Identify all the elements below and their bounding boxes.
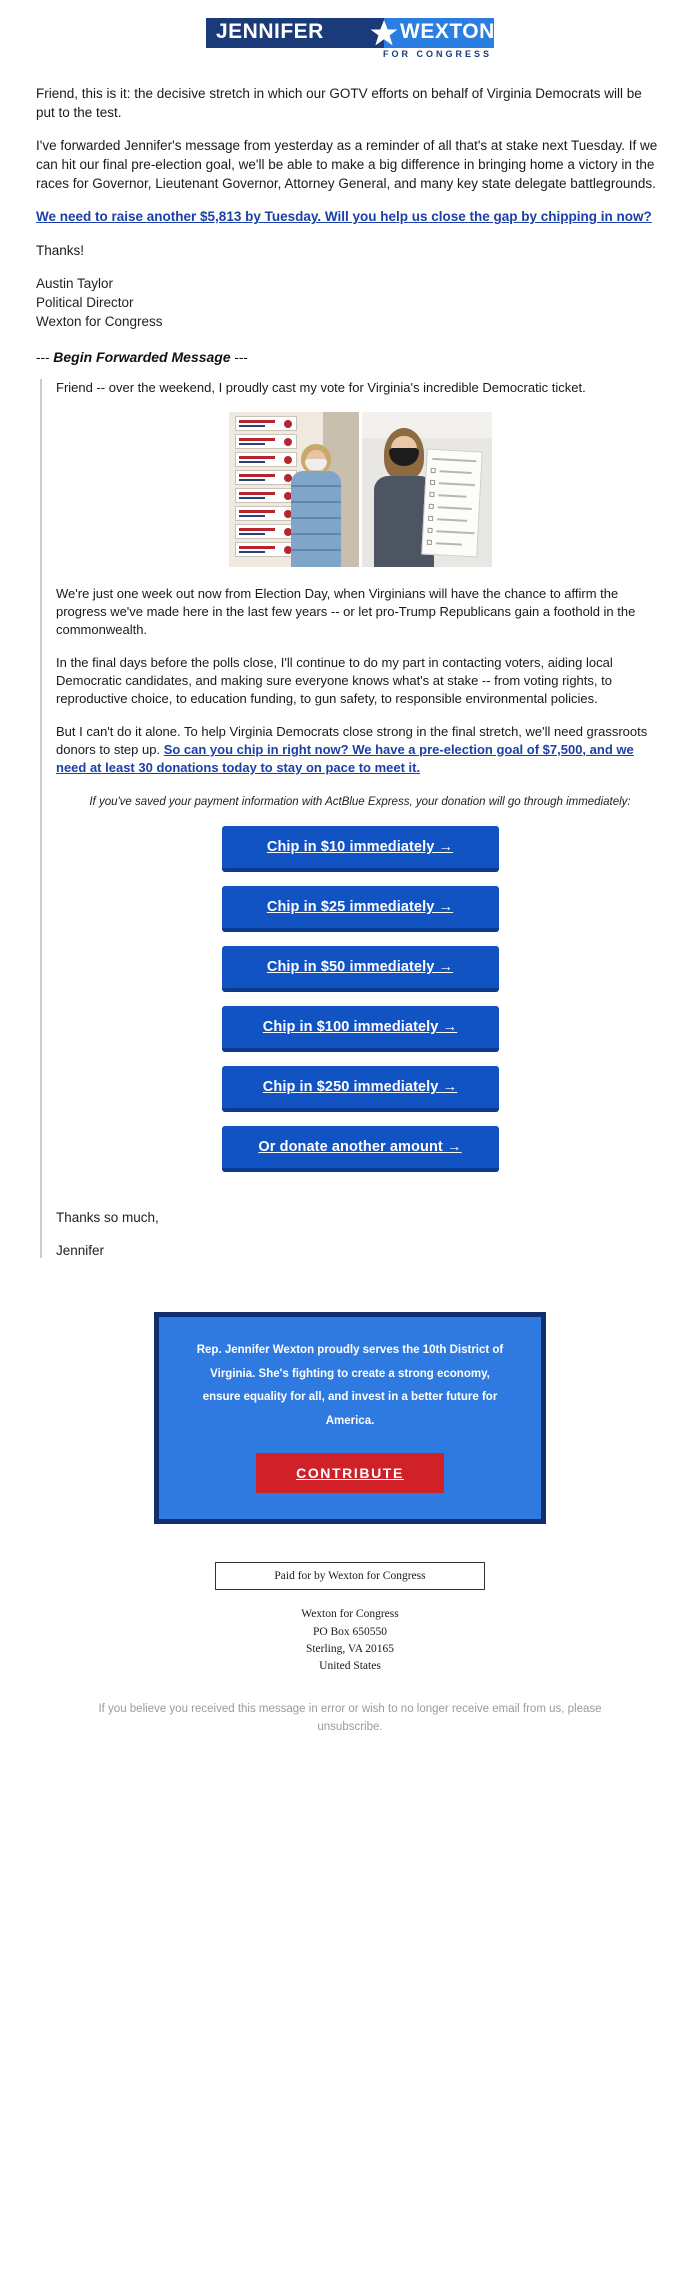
donate-button-50[interactable]: Chip in $50 immediately → [221, 946, 499, 993]
mailing-address: Wexton for Congress PO Box 650550 Sterli… [0, 1606, 700, 1675]
star-icon [369, 19, 399, 47]
intro-thanks: Thanks! [36, 242, 85, 258]
actblue-express-note: If you've saved your payment information… [89, 795, 631, 808]
signature-name: Austin Taylor [36, 276, 114, 292]
promo-box: Rep. Jennifer Wexton proudly serves the … [154, 1312, 546, 1525]
campaign-logo[interactable]: JENNIFER WEXTON FOR CONGRESS [206, 18, 494, 62]
photo-voting-signs [228, 412, 359, 568]
address-line-1: Wexton for Congress [301, 1608, 399, 1621]
donation-button-group: Chip in $10 immediately → Chip in $25 im… [56, 826, 664, 1194]
intro-paragraph-1: Friend, this is it: the decisive stretch… [36, 86, 642, 120]
signature-title: Political Director [36, 295, 134, 310]
forwarded-paragraph-4: But I can't do it alone. To help Virgini… [56, 723, 664, 777]
forwarded-message-header: --- Begin Forwarded Message --- [36, 349, 664, 365]
logo-last-name: WEXTON [400, 20, 494, 43]
donate-row-25: Chip in $25 immediately → [56, 886, 664, 933]
forwarded-label: Begin Forwarded Message [53, 349, 231, 366]
forwarded-thanks: Thanks so much, [56, 1210, 159, 1226]
promo-text: Rep. Jennifer Wexton proudly serves the … [196, 1344, 504, 1427]
address-line-4: United States [319, 1660, 381, 1673]
donate-button-other-amount[interactable]: Or donate another amount → [221, 1126, 499, 1173]
promo-section: Rep. Jennifer Wexton proudly serves the … [0, 1284, 700, 1546]
paid-for-disclaimer: Paid for by Wexton for Congress [215, 1562, 485, 1591]
intro-cta-paragraph: We need to raise another $5,813 by Tuesd… [36, 208, 664, 227]
donate-row-other: Or donate another amount → [56, 1126, 664, 1173]
address-line-3: Sterling, VA 20165 [305, 1642, 395, 1655]
unsubscribe-text[interactable]: If you believe you received this message… [0, 1701, 700, 1736]
logo-first-name: JENNIFER [216, 20, 324, 43]
contribute-button[interactable]: CONTRIBUTE [256, 1453, 444, 1494]
donate-button-250[interactable]: Chip in $250 immediately → [221, 1066, 499, 1113]
forwarded-paragraph-3: In the final days before the polls close… [56, 655, 613, 706]
email-body: Friend, this is it: the decisive stretch… [0, 81, 700, 1259]
email-page: JENNIFER WEXTON FOR CONGRESS Friend, thi… [0, 0, 700, 1736]
intro-paragraph-2: I've forwarded Jennifer's message from y… [36, 138, 658, 191]
photo-gallery [56, 412, 664, 568]
forwarded-prefix: --- [36, 350, 50, 366]
forwarded-paragraph-2: We're just one week out now from Electio… [56, 586, 636, 638]
donate-row-50: Chip in $50 immediately → [56, 946, 664, 993]
raise-goal-link[interactable]: We need to raise another $5,813 by Tuesd… [36, 209, 652, 224]
forwarded-message-body: Friend -- over the weekend, I proudly ca… [40, 379, 664, 1259]
logo-blue-block: WEXTON [384, 18, 494, 48]
logo-navy-block: JENNIFER [206, 18, 384, 48]
logo-tagline: FOR CONGRESS [382, 49, 492, 59]
email-header: JENNIFER WEXTON FOR CONGRESS [0, 0, 700, 81]
address-line-2: PO Box 650550 [312, 1625, 388, 1638]
forwarded-suffix: --- [234, 350, 248, 366]
donate-row-100: Chip in $100 immediately → [56, 1006, 664, 1053]
forwarded-paragraph-1: Friend -- over the weekend, I proudly ca… [56, 380, 586, 396]
photo-ballot [361, 412, 492, 568]
signature-org: Wexton for Congress [36, 313, 163, 329]
donate-button-25[interactable]: Chip in $25 immediately → [221, 886, 499, 933]
signature-block: Austin Taylor Political Director Wexton … [36, 275, 664, 331]
donate-button-100[interactable]: Chip in $100 immediately → [221, 1006, 499, 1053]
forwarded-signoff: Jennifer [56, 1243, 105, 1259]
email-footer: Paid for by Wexton for Congress Wexton f… [0, 1546, 700, 1736]
donate-row-250: Chip in $250 immediately → [56, 1066, 664, 1113]
donate-row-10: Chip in $10 immediately → [56, 826, 664, 873]
donate-button-10[interactable]: Chip in $10 immediately → [221, 826, 499, 873]
